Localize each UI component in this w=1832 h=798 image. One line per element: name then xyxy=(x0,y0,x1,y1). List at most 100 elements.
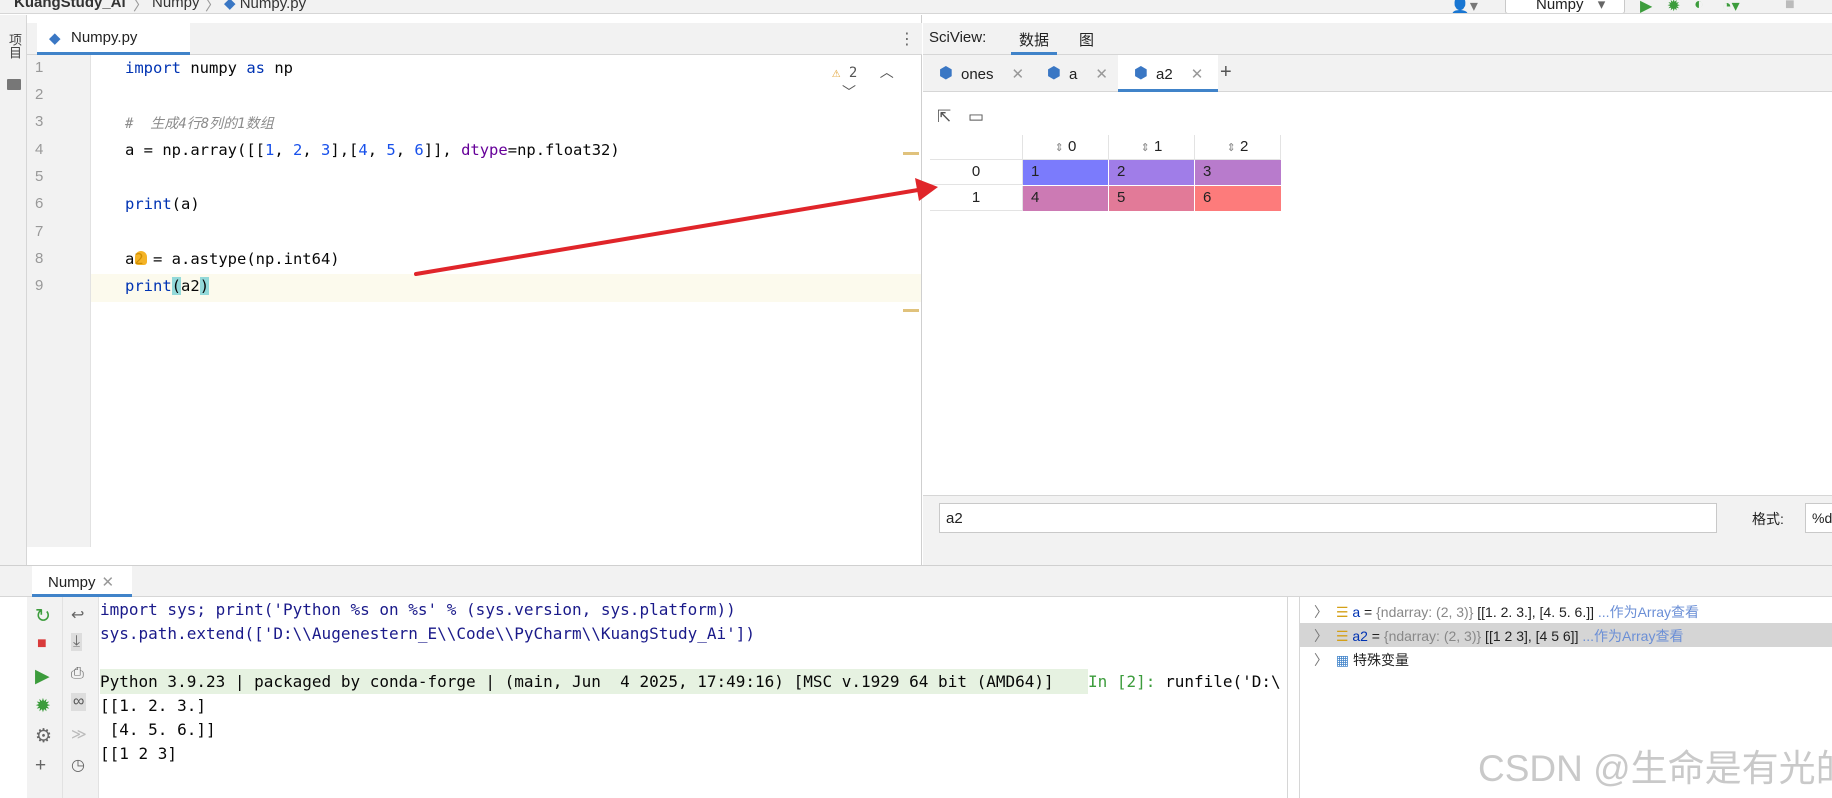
scroll-to-end-icon[interactable]: ⤓ xyxy=(71,633,83,651)
variable-row-a2[interactable]: 〉 ☰ a2 = {ndarray: (2, 3)} [[1 2 3], [4 … xyxy=(1300,623,1832,647)
sciview-panel: SciView: 数据 图 ⬢ ones ✕ ⬢ a ✕ ⬢ a2 ✕ + ⇱ ▭ ⇕… xyxy=(923,15,1832,565)
tab-a2[interactable]: ⬢ a2 ✕ xyxy=(1118,55,1218,92)
watermark: CSDN @生命是有光的 xyxy=(1478,748,1832,789)
column-header-label: 1 xyxy=(1154,138,1163,155)
variable-name: 特殊变量 xyxy=(1353,652,1410,668)
chevron-up-icon[interactable]: ︿ xyxy=(880,65,894,81)
code-token: , xyxy=(395,141,415,159)
stop-icon[interactable]: ■ xyxy=(1785,0,1795,13)
console-line: [4. 5. 6.]] xyxy=(100,720,216,739)
close-icon[interactable]: ✕ xyxy=(1012,66,1025,83)
chevron-down-icon: ▾ xyxy=(1597,0,1606,13)
column-header-label: 2 xyxy=(1240,138,1249,155)
chevron-right-icon[interactable]: 〉 xyxy=(1314,628,1328,644)
view-as-array-link[interactable]: ...作为Array查看 xyxy=(1598,604,1699,620)
variable-row-special[interactable]: 〉 ▦ 特殊变量 xyxy=(1300,647,1832,671)
format-input[interactable]: %d xyxy=(1805,503,1832,533)
grid-cell[interactable]: 1 xyxy=(1023,160,1108,185)
expression-input[interactable]: a2 xyxy=(939,503,1717,533)
view-as-array-link[interactable]: ...作为Array查看 xyxy=(1582,628,1683,644)
format-label: 格式: xyxy=(1752,511,1784,527)
project-tool-button[interactable]: 项目 xyxy=(7,33,22,62)
warning-count: 2 xyxy=(848,65,858,81)
add-tab-icon[interactable]: + xyxy=(1220,61,1232,84)
run-icon[interactable]: ▶ xyxy=(1640,0,1652,13)
brace-match: ( xyxy=(171,277,182,295)
chevron-right-icon[interactable]: 〉 xyxy=(1314,652,1328,668)
more-options-icon[interactable]: ⋮ xyxy=(899,29,915,49)
tab-a[interactable]: ⬢ a ✕ xyxy=(1031,55,1115,92)
editor-tab-numpy[interactable]: ◆ Numpy.py xyxy=(37,23,190,55)
line-number: 7 xyxy=(35,223,44,240)
tab-ones[interactable]: ⬢ ones ✕ xyxy=(923,55,1029,92)
tab-plots[interactable]: 图 xyxy=(1071,29,1102,50)
grid-cell[interactable]: 2 xyxy=(1109,160,1194,185)
sciview-label: SciView: xyxy=(929,29,987,46)
project-tool-label: 项目 xyxy=(7,33,22,59)
grid-cell[interactable]: 6 xyxy=(1195,186,1281,211)
console-line: [[1 2 3] xyxy=(100,744,178,763)
show-variables-icon[interactable]: ∞ xyxy=(71,693,87,711)
console-tab-label: Numpy xyxy=(48,574,96,591)
code-line: a = np.array([[1, 2, 3],[4, 5, 6]], dtyp… xyxy=(125,141,620,159)
window-icon[interactable]: ▭ xyxy=(968,107,984,127)
variable-type: {ndarray: (2, 3)} xyxy=(1383,628,1482,644)
code-token: numpy xyxy=(181,59,247,77)
open-in-editor-icon[interactable]: ⇱ xyxy=(937,107,951,127)
line-number: 1 xyxy=(35,59,44,76)
run-configuration-select[interactable]: Numpy ▾ xyxy=(1505,0,1625,13)
rerun-icon[interactable]: ↻ xyxy=(35,605,51,628)
tab-data[interactable]: 数据 xyxy=(1011,23,1058,55)
code-token: as xyxy=(246,59,265,77)
console-tab-bar: Numpy ✕ xyxy=(0,566,1832,597)
code-token: np xyxy=(265,59,293,77)
line-number-gutter: 1 2 3 4 5 6 7 8 9 xyxy=(27,55,91,547)
user-icon[interactable]: 👤▾ xyxy=(1450,0,1478,13)
code-token: (a) xyxy=(171,195,200,213)
chevron-down-icon[interactable]: ﹀ xyxy=(842,85,856,101)
code-token: 1 xyxy=(264,141,275,159)
code-token: =np.float32) xyxy=(507,141,620,159)
execute-icon[interactable]: ▶ xyxy=(35,665,50,688)
line-number: 4 xyxy=(35,141,44,158)
code-token: 4 xyxy=(358,141,368,159)
code-comment: # 生成4行8列的1数组 xyxy=(125,116,274,132)
coverage-icon[interactable]: ◐ xyxy=(1694,0,1704,13)
print-icon[interactable]: ⎙ xyxy=(71,665,84,683)
history-icon[interactable]: ◷ xyxy=(71,755,85,775)
breadcrumb-file[interactable]: ◆ Numpy.py xyxy=(224,0,306,12)
chevron-right-icon[interactable]: 〉 xyxy=(1314,604,1328,620)
column-header[interactable]: ⇕ 2 xyxy=(1195,135,1281,160)
close-icon[interactable]: ✕ xyxy=(1095,66,1108,83)
lightbulb-icon[interactable] xyxy=(135,251,147,265)
folder-icon xyxy=(7,79,21,90)
stop-icon[interactable]: ■ xyxy=(37,635,47,653)
code-area[interactable]: import numpy as np # 生成4行8列的1数组 a = np.a… xyxy=(91,55,921,547)
close-icon[interactable]: ✕ xyxy=(1191,66,1204,83)
inspection-widget[interactable]: ⚠ 2 ︿ ﹀ xyxy=(832,62,921,102)
variable-row-a[interactable]: 〉 ☰ a = {ndarray: (2, 3)} [[1. 2. 3.], [… xyxy=(1300,599,1832,623)
debug-icon[interactable]: ✹ xyxy=(1667,0,1680,13)
soft-wrap-icon[interactable]: ↩ xyxy=(71,605,84,625)
python-file-icon: ◆ xyxy=(224,0,236,12)
debug-icon[interactable]: ✹ xyxy=(35,695,51,718)
console-prompt: In [2]: runfile('D:\ xyxy=(1088,672,1281,691)
breadcrumb-separator: 〉 xyxy=(205,0,221,14)
console-tab-numpy[interactable]: Numpy ✕ xyxy=(32,566,132,597)
line-number: 6 xyxy=(35,195,44,212)
column-header[interactable]: ⇕ 0 xyxy=(1023,135,1109,160)
breadcrumb-project[interactable]: KuangStudy_Ai xyxy=(14,0,126,11)
code-token: import xyxy=(125,59,181,77)
breadcrumb-folder[interactable]: Numpy xyxy=(152,0,200,11)
grid-cell[interactable]: 4 xyxy=(1023,186,1108,211)
profile-icon[interactable]: ◔▾ xyxy=(1722,0,1740,13)
column-header[interactable]: ⇕ 1 xyxy=(1109,135,1195,160)
column-header-label: 0 xyxy=(1068,138,1077,155)
settings-icon[interactable]: ⚙ xyxy=(35,725,52,748)
console-output[interactable]: import sys; print('Python %s on %s' % (s… xyxy=(99,597,1288,798)
grid-cell[interactable]: 5 xyxy=(1109,186,1194,211)
data-view-tabs: ⬢ ones ✕ ⬢ a ✕ ⬢ a2 ✕ + xyxy=(923,55,1832,92)
grid-cell[interactable]: 3 xyxy=(1195,160,1281,185)
add-console-icon[interactable]: + xyxy=(35,755,46,777)
close-icon[interactable]: ✕ xyxy=(102,574,115,591)
